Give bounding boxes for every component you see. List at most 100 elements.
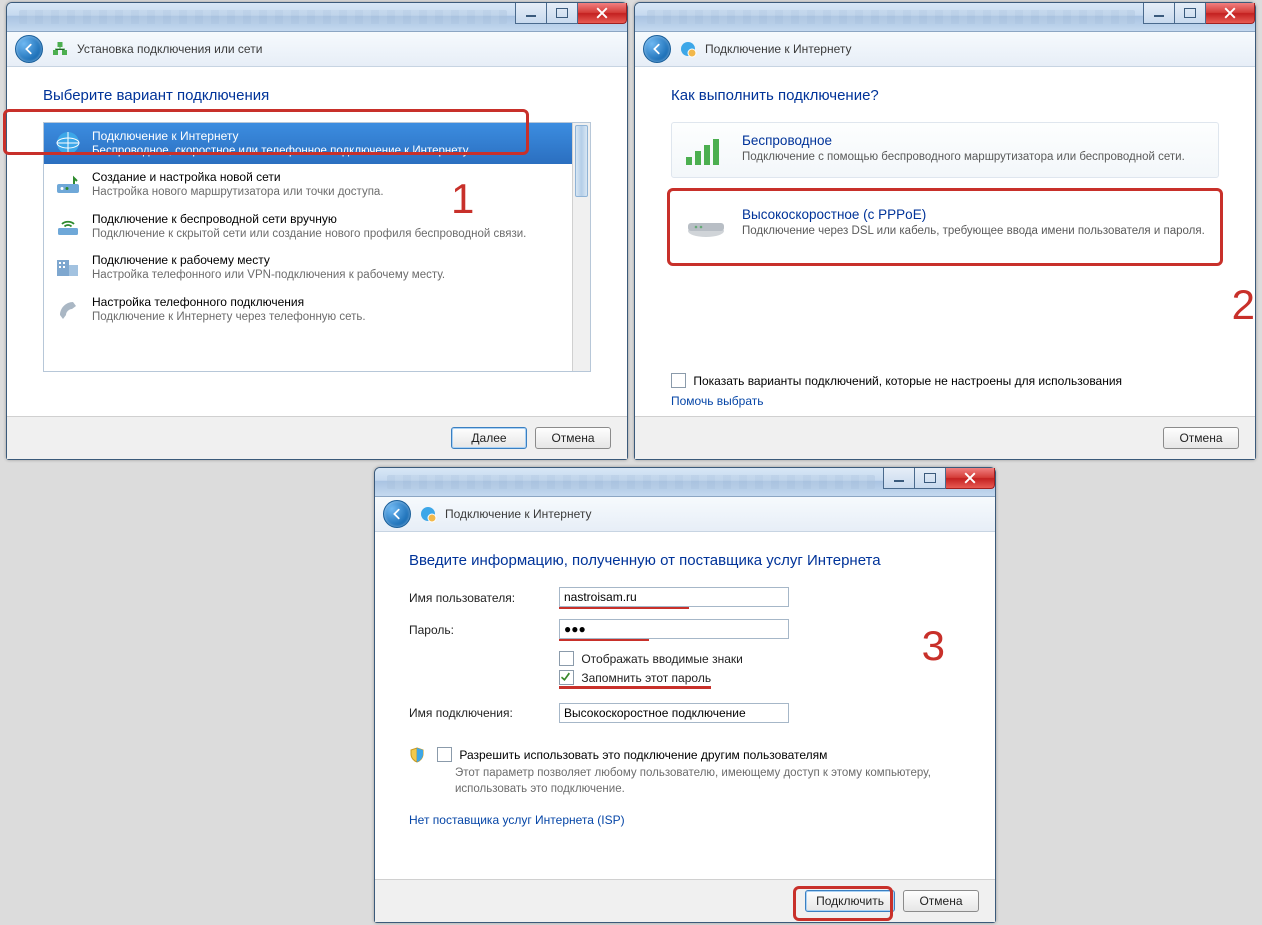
option-desc: Настройка телефонного или VPN-подключени… (92, 268, 445, 282)
back-button[interactable] (383, 500, 411, 528)
titlebar-blur (647, 10, 1135, 24)
titlebar (635, 3, 1255, 32)
modem-icon (684, 207, 728, 241)
option-desc: Подключение через DSL или кабель, требую… (742, 224, 1205, 239)
window-setup-connection: Установка подключения или сети Выберите … (6, 2, 628, 460)
wireless-bars-icon (684, 133, 728, 167)
row-username: Имя пользователя: (409, 587, 961, 609)
page-heading: Введите информацию, полученную от постав… (409, 552, 961, 569)
header-title: Подключение к Интернету (705, 42, 852, 56)
globe-icon (54, 129, 82, 157)
close-button[interactable] (1206, 3, 1255, 24)
page-heading: Выберите вариант подключения (43, 87, 591, 104)
header-title: Подключение к Интернету (445, 507, 592, 521)
checkbox-checked-icon (559, 670, 574, 685)
checkbox-icon (671, 373, 686, 388)
cancel-button[interactable]: Отмена (1163, 427, 1239, 449)
connection-name-input[interactable] (559, 703, 789, 723)
show-unconfigured-checkbox[interactable]: Показать варианты подключений, которые н… (671, 373, 1219, 388)
scrollbar[interactable] (572, 123, 590, 371)
option-wireless[interactable]: Беспроводное Подключение с помощью беспр… (671, 122, 1219, 178)
header-bar: Установка подключения или сети (7, 32, 627, 67)
checkbox-label: Отображать вводимые знаки (581, 652, 742, 666)
allow-others-desc: Этот параметр позволяет любому пользоват… (455, 766, 961, 797)
header-bar: Подключение к Интернету (635, 32, 1255, 67)
password-input[interactable] (559, 619, 789, 639)
content-area: Как выполнить подключение? Беспроводное … (635, 67, 1255, 416)
option-title: Подключение к Интернету (92, 129, 471, 144)
scrollbar-thumb[interactable] (575, 125, 588, 197)
option-title: Создание и настройка новой сети (92, 170, 384, 185)
internet-icon (419, 505, 437, 523)
option-desc: Подключение с помощью беспроводного марш… (742, 150, 1185, 165)
checkbox-label: Запомнить этот пароль (581, 671, 711, 685)
checkbox-label: Разрешить использовать это подключение д… (459, 748, 827, 762)
option-title: Подключение к рабочему месту (92, 253, 445, 268)
maximize-button[interactable] (1175, 3, 1206, 24)
option-title: Высокоскоростное (с PPPoE) (742, 207, 1205, 222)
window-buttons (515, 3, 627, 23)
window-isp-info: Подключение к Интернету Введите информац… (374, 467, 996, 923)
option-desc: Подключение к скрытой сети или создание … (92, 227, 526, 241)
minimize-button[interactable] (883, 468, 915, 489)
cancel-button[interactable]: Отмена (903, 890, 979, 912)
option-desc: Подключение к Интернету через телефонную… (92, 310, 366, 324)
phone-icon (54, 295, 82, 323)
titlebar (375, 468, 995, 497)
allow-others-section: Разрешить использовать это подключение д… (409, 747, 961, 797)
option-title: Подключение к беспроводной сети вручную (92, 212, 526, 227)
label-username: Имя пользователя: (409, 591, 559, 605)
row-connection-name: Имя подключения: (409, 703, 961, 723)
header-bar: Подключение к Интернету (375, 497, 995, 532)
close-button[interactable] (946, 468, 995, 489)
remember-password-checkbox[interactable]: Запомнить этот пароль (559, 671, 711, 685)
router-setup-icon (54, 170, 82, 198)
row-remember: Запомнить этот пароль (409, 670, 961, 689)
option-pppoe[interactable]: Высокоскоростное (с PPPoE) Подключение ч… (671, 192, 1219, 256)
footer: Отмена (635, 416, 1255, 459)
minimize-button[interactable] (1143, 3, 1175, 24)
username-input[interactable] (559, 587, 789, 607)
help-choose-link[interactable]: Помочь выбрать (671, 394, 764, 408)
footer: Подключить Отмена (375, 879, 995, 922)
label-password: Пароль: (409, 623, 559, 637)
option-new-network[interactable]: Создание и настройка новой сети Настройк… (44, 164, 590, 205)
cancel-button[interactable]: Отмена (535, 427, 611, 449)
connect-button[interactable]: Подключить (805, 890, 895, 912)
titlebar-blur (387, 475, 875, 489)
close-button[interactable] (578, 3, 627, 24)
no-isp-link[interactable]: Нет поставщика услуг Интернета (ISP) (409, 813, 625, 827)
content-area: Введите информацию, полученную от постав… (375, 532, 995, 879)
window-buttons (883, 468, 995, 488)
option-title: Беспроводное (742, 133, 1185, 148)
internet-icon (679, 40, 697, 58)
row-show-chars: Отображать вводимые знаки (409, 651, 961, 666)
option-internet[interactable]: Подключение к Интернету Беспроводное, ск… (44, 123, 590, 164)
checkbox-label: Показать варианты подключений, которые н… (693, 374, 1122, 388)
checkbox-icon (559, 651, 574, 666)
footer: Далее Отмена (7, 416, 627, 459)
option-workplace[interactable]: Подключение к рабочему месту Настройка т… (44, 247, 590, 288)
back-button[interactable] (15, 35, 43, 63)
maximize-button[interactable] (915, 468, 946, 489)
option-manual-wireless[interactable]: Подключение к беспроводной сети вручную … (44, 206, 590, 247)
option-title: Настройка телефонного подключения (92, 295, 366, 310)
shield-icon (409, 747, 425, 763)
allow-others-checkbox[interactable]: Разрешить использовать это подключение д… (437, 748, 827, 762)
next-button[interactable]: Далее (451, 427, 527, 449)
page-heading: Как выполнить подключение? (671, 87, 1219, 104)
titlebar-blur (19, 10, 507, 24)
annotation-number-2: 2 (1232, 281, 1255, 329)
header-title: Установка подключения или сети (77, 42, 262, 56)
minimize-button[interactable] (515, 3, 547, 24)
connection-options-list: Подключение к Интернету Беспроводное, ск… (43, 122, 591, 372)
wireless-manual-icon (54, 212, 82, 240)
option-desc: Беспроводное, скоростное или телефонное … (92, 144, 471, 158)
workplace-icon (54, 253, 82, 281)
content-area: Выберите вариант подключения Подключение… (7, 67, 627, 416)
show-chars-checkbox[interactable]: Отображать вводимые знаки (559, 652, 743, 666)
back-button[interactable] (643, 35, 671, 63)
option-dialup[interactable]: Настройка телефонного подключения Подклю… (44, 289, 590, 330)
label-connection-name: Имя подключения: (409, 706, 559, 720)
maximize-button[interactable] (547, 3, 578, 24)
